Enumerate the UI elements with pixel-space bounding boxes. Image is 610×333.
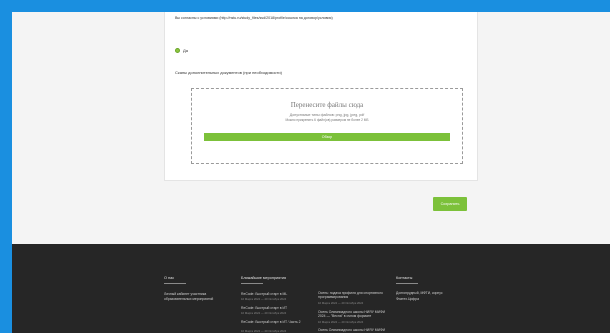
consent-yes-option[interactable]: Да bbox=[175, 48, 188, 53]
footer-about-divider bbox=[164, 283, 186, 284]
file-dropzone[interactable]: Перенесите файлы сюда Допустимые типы фа… bbox=[191, 88, 463, 164]
dropzone-allowed-types: Допустимые типы файлов: png, jpg, jpeg, … bbox=[289, 113, 365, 117]
footer-contact-address: Долгопрудный, МФТИ, корпус bbox=[396, 291, 443, 295]
footer-events-title: Ближайшие мероприятия bbox=[241, 276, 287, 280]
consent-yes-radio[interactable] bbox=[175, 48, 180, 53]
dropzone-limit: Можно прикрепить 6 файл(ов) размером не … bbox=[285, 118, 369, 122]
footer-event-link[interactable]: Осень Олимпиадного школы НИЯУ МИФИ 2024 … bbox=[318, 310, 390, 319]
footer-event-dates: 10 Марта 2024 — 20 Октября 2024 bbox=[318, 320, 364, 324]
footer-event-link[interactable]: ReCode: Быстрый старт в ML bbox=[241, 292, 313, 296]
footer-event-dates: 10 Марта 2024 — 20 Октября 2024 bbox=[318, 301, 364, 305]
footer-event-link[interactable]: ReCode: Быстрый старт в ИТ bbox=[241, 306, 313, 310]
consent-yes-label: Да bbox=[183, 48, 188, 53]
save-button[interactable]: Сохранить bbox=[433, 197, 467, 211]
app-frame: Вы согласны с условиями (http://nstu.ru/… bbox=[12, 12, 610, 333]
footer-contact-building: Физтех.Цифра bbox=[396, 297, 419, 301]
additional-documents-label: Сканы дополнительных документов (при нео… bbox=[175, 70, 282, 75]
footer-about-title: О нас bbox=[164, 276, 175, 280]
main-content: Вы согласны с условиями (http://nstu.ru/… bbox=[12, 12, 610, 244]
dropzone-title: Перенесите файлы сюда bbox=[290, 101, 364, 109]
footer-contacts-divider bbox=[396, 283, 418, 284]
footer-event-dates: 10 Марта 2024 — 20 Октября 2024 bbox=[241, 297, 287, 301]
footer-event-dates: 10 Марта 2024 — 20 Октября 2024 bbox=[241, 311, 287, 315]
application-form-card: Вы согласны с условиями (http://nstu.ru/… bbox=[164, 12, 478, 181]
footer-about-link-2[interactable]: образовательных мероприятий bbox=[164, 297, 213, 301]
browse-button[interactable]: Обзор bbox=[204, 133, 450, 141]
footer-contacts-title: Контакты bbox=[396, 276, 413, 280]
footer-event-link[interactable]: Осень Олимпиадного школы НИЯУ МИФИ bbox=[318, 328, 390, 332]
footer-event-link[interactable]: Осень: подача профиля для спортивного пр… bbox=[318, 291, 390, 300]
site-footer: О нас Личный кабинет участника образоват… bbox=[12, 244, 610, 333]
footer-event-link[interactable]: ReCode: Быстрый старт в ИТ. Часть 2 bbox=[241, 320, 307, 324]
footer-events-divider bbox=[241, 283, 263, 284]
footer-event-dates: 10 Марта 2024 — 20 Октября 2024 bbox=[241, 329, 287, 333]
footer-about-link-1[interactable]: Личный кабинет участника bbox=[164, 292, 206, 296]
consent-text: Вы согласны с условиями (http://nstu.ru/… bbox=[175, 16, 333, 20]
